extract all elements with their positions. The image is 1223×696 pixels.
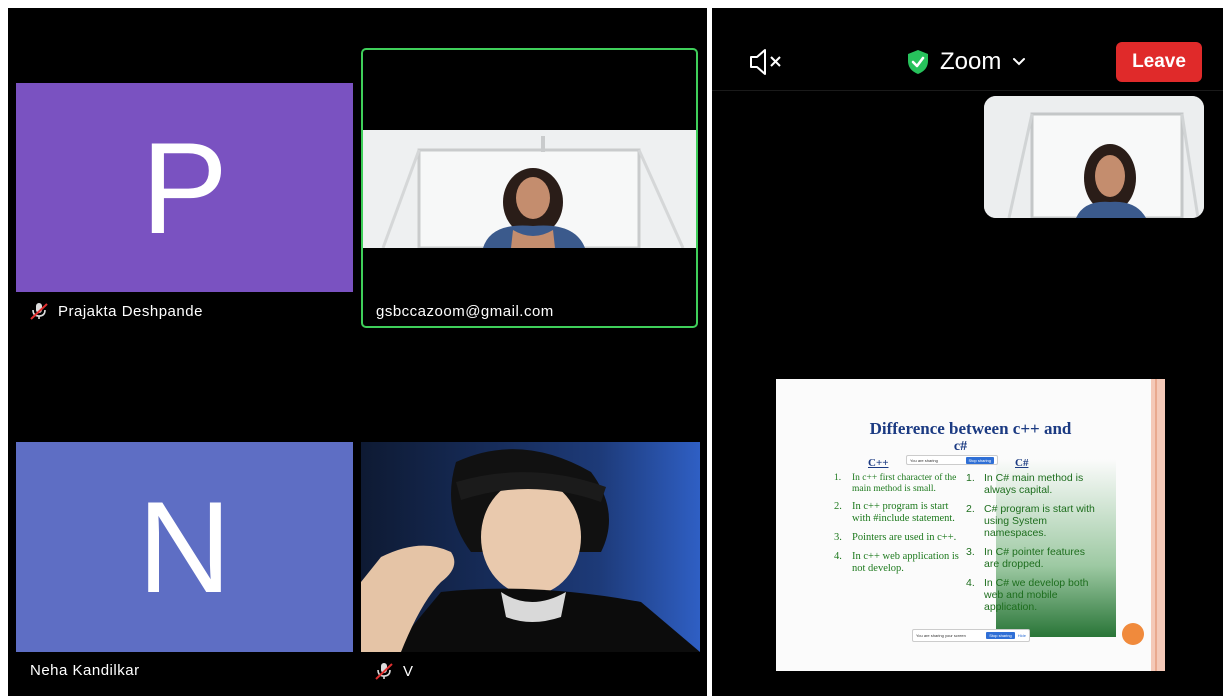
- participant-name-row: V: [373, 662, 414, 680]
- slide-title: Difference between c++ and: [869, 419, 1072, 438]
- participant-tile-v[interactable]: [361, 442, 700, 652]
- list-item: 4. In C# we develop both web and mobile a…: [966, 577, 1089, 613]
- list-item: 1. In C# main method is always capital.: [966, 472, 1084, 496]
- participant-name-row: Neha Kandilkar: [30, 662, 140, 679]
- avatar-initial: N: [137, 474, 232, 620]
- shared-screen-slide: Difference between c++ and c# C++ You ar…: [776, 379, 1165, 671]
- slide-title-line2: c#: [953, 439, 968, 454]
- participant-name-row: Prajakta Deshpande: [28, 302, 203, 320]
- chevron-down-icon: [1013, 58, 1026, 66]
- mic-muted-icon: [375, 663, 393, 680]
- participant-name: V: [403, 662, 414, 680]
- meeting-view-panel: Zoom Leave Difference between c++ and c#: [712, 8, 1223, 696]
- participant-tile-host-video[interactable]: [361, 48, 698, 328]
- csharp-points-list: 1. In C# main method is always capital. 2…: [966, 472, 1102, 620]
- floating-video-thumbnail[interactable]: [984, 96, 1204, 218]
- meeting-title-dropdown[interactable]: Zoom: [906, 48, 1027, 76]
- participant-name: gsbccazoom@gmail.com: [376, 303, 554, 320]
- left-column-heading: C++: [868, 457, 889, 469]
- list-item: 3. Pointers are used in c++.: [834, 532, 957, 543]
- list-item: 1. In c++ first character of the main met…: [834, 473, 957, 494]
- topbar-divider: [712, 90, 1223, 91]
- list-item: 2. In c++ program is start with #include …: [834, 501, 955, 524]
- list-item: 2. C# program is start with using System …: [966, 503, 1095, 539]
- right-column-heading: C#: [1015, 457, 1029, 469]
- host-video-feed: [363, 130, 696, 248]
- gallery-view-panel: P Prajakta Deshpande gsbccazoom@gmail.co…: [8, 8, 707, 696]
- speaker-muted-icon[interactable]: [748, 48, 790, 76]
- participant-name: Prajakta Deshpande: [58, 302, 203, 320]
- list-item: 4. In c++ web application is not develop.: [834, 551, 959, 574]
- slide-orange-dot: [1122, 623, 1144, 645]
- shield-check-icon: [908, 50, 928, 74]
- participant-name-row: gsbccazoom@gmail.com: [376, 303, 554, 320]
- mic-muted-icon: [30, 303, 48, 320]
- mini-share-bar: You are sharing Stop sharing: [906, 455, 998, 465]
- participant-tile-neha[interactable]: N: [16, 442, 353, 652]
- cpp-points-list: 1. In c++ first character of the main met…: [834, 473, 962, 582]
- leave-button[interactable]: Leave: [1116, 42, 1202, 82]
- participant-tile-prajakta[interactable]: P: [16, 83, 353, 292]
- meeting-title: Zoom: [940, 48, 1002, 75]
- participant-name: Neha Kandilkar: [30, 662, 140, 679]
- bottom-share-bar: You are sharing your screen Stop sharing…: [912, 629, 1030, 642]
- list-item: 3. In C# pointer features are dropped.: [966, 546, 1085, 570]
- avatar-initial: P: [141, 114, 228, 261]
- participant-v-photo: [361, 442, 700, 652]
- host-video-feed: [984, 96, 1204, 218]
